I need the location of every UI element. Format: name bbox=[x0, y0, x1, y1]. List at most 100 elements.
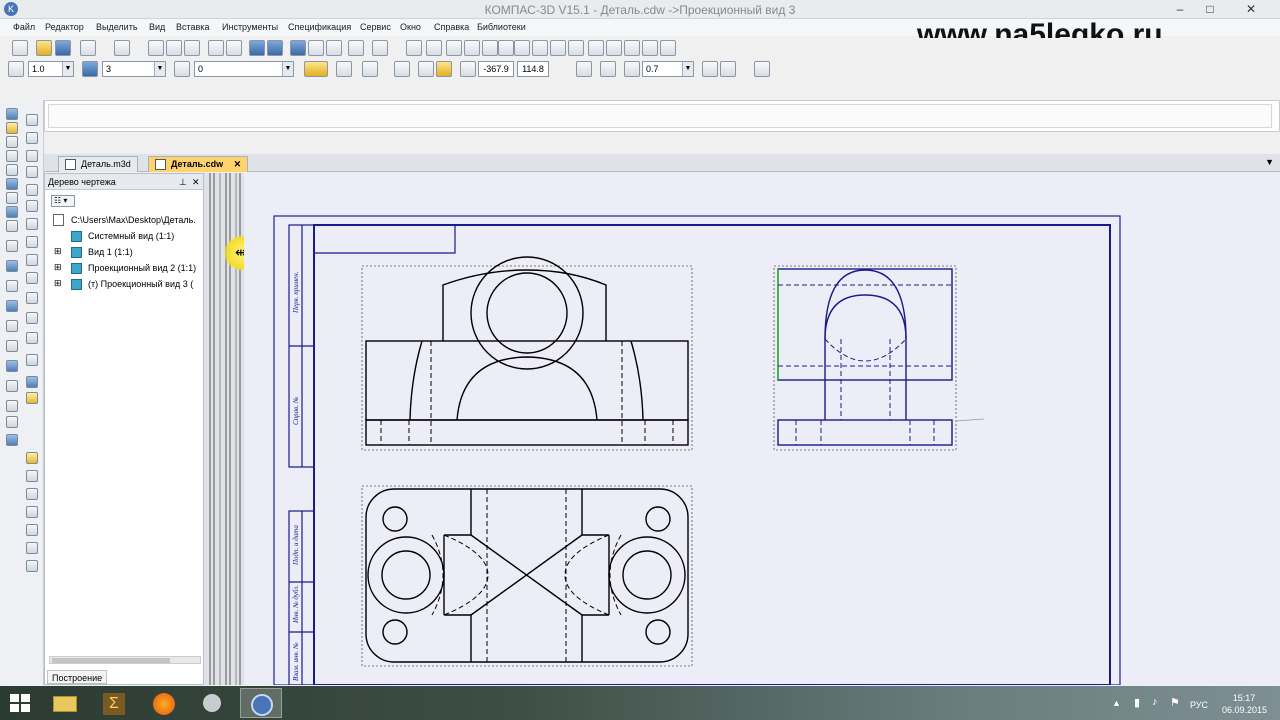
file-explorer-icon[interactable] bbox=[43, 688, 85, 718]
expand-icon[interactable]: ⊞ bbox=[54, 262, 62, 273]
dimensions-icon[interactable] bbox=[6, 122, 18, 134]
tray-arrow-icon[interactable]: ▲ bbox=[1112, 698, 1121, 708]
contour-icon[interactable] bbox=[26, 332, 38, 344]
kompas-taskbar-icon[interactable] bbox=[240, 688, 282, 718]
snap-active-icon[interactable] bbox=[436, 61, 452, 77]
variants-icon[interactable] bbox=[6, 400, 18, 412]
print-icon[interactable] bbox=[80, 40, 96, 56]
menu-service[interactable]: Сервис bbox=[360, 22, 391, 32]
arc-dimension-icon[interactable] bbox=[26, 542, 38, 554]
format-brush-icon[interactable] bbox=[208, 40, 224, 56]
save-icon[interactable] bbox=[55, 40, 71, 56]
coordinates-icon[interactable] bbox=[460, 61, 476, 77]
preview-icon[interactable] bbox=[114, 40, 130, 56]
break-line-icon[interactable] bbox=[660, 40, 676, 56]
flag-icon[interactable]: ⚑ bbox=[1170, 696, 1180, 709]
layers-icon[interactable] bbox=[6, 360, 18, 372]
axis-line-icon[interactable] bbox=[588, 40, 604, 56]
show-all-icon[interactable] bbox=[702, 61, 718, 77]
layer-combo[interactable]: 3 ▼ bbox=[102, 61, 166, 77]
scrollbar-thumb[interactable] bbox=[52, 658, 170, 663]
cut-icon[interactable] bbox=[148, 40, 164, 56]
menu-specification[interactable]: Спецификация bbox=[288, 22, 351, 32]
start-button[interactable] bbox=[10, 694, 30, 712]
tree-item-projection-view-3[interactable]: (т) Проекционный вид 3 ( bbox=[88, 279, 193, 289]
panel-splitter[interactable]: ⇹ bbox=[204, 173, 260, 685]
drawing-canvas[interactable]: Перв. примен. Справ. № Подп. и дата Инв.… bbox=[244, 173, 1280, 686]
designations-icon[interactable] bbox=[6, 136, 18, 148]
tab-build[interactable]: Построение bbox=[47, 670, 108, 684]
volume-icon[interactable]: ♪ bbox=[1152, 696, 1158, 708]
tree-item-root[interactable]: C:\Users\Max\Desktop\Деталь. bbox=[71, 215, 196, 225]
step-cursor-icon[interactable] bbox=[8, 61, 24, 77]
zoom-out-icon[interactable] bbox=[624, 61, 640, 77]
fragment-icon[interactable] bbox=[6, 280, 18, 292]
menu-help[interactable]: Справка bbox=[434, 22, 469, 32]
rectangle-icon[interactable] bbox=[26, 292, 38, 304]
menu-view[interactable]: Вид bbox=[149, 22, 165, 32]
local-cs-icon[interactable] bbox=[394, 61, 410, 77]
app-tool-icon[interactable] bbox=[191, 688, 233, 718]
expand-icon[interactable]: ⊞ bbox=[54, 246, 62, 257]
title-block-icon[interactable] bbox=[426, 40, 442, 56]
close-button[interactable]: ✕ bbox=[1228, 1, 1274, 17]
zoom-in-icon[interactable] bbox=[600, 61, 616, 77]
expand-icon[interactable]: ⊞ bbox=[54, 278, 62, 289]
measure-icon[interactable] bbox=[6, 178, 18, 190]
active-tool-icon[interactable] bbox=[6, 434, 18, 446]
radial-dimension-icon[interactable] bbox=[26, 506, 38, 518]
refresh-icon[interactable] bbox=[720, 61, 736, 77]
fillet-icon[interactable] bbox=[26, 272, 38, 284]
pin-icon[interactable]: ⊥ bbox=[179, 177, 187, 188]
ellipse-icon[interactable] bbox=[26, 200, 38, 212]
language-indicator[interactable]: РУС bbox=[1190, 700, 1208, 710]
ortho-icon[interactable] bbox=[336, 61, 352, 77]
libraries-manager-icon[interactable] bbox=[348, 40, 364, 56]
macro-icon[interactable] bbox=[6, 320, 18, 332]
spline-icon[interactable] bbox=[26, 218, 38, 230]
point-icon[interactable] bbox=[26, 114, 38, 126]
segment-icon[interactable] bbox=[26, 132, 38, 144]
property-panel-field[interactable] bbox=[48, 104, 1272, 128]
polygon-icon[interactable] bbox=[26, 312, 38, 324]
loop-icon[interactable] bbox=[6, 416, 18, 428]
zoom-window-icon[interactable] bbox=[576, 61, 592, 77]
help-icon[interactable] bbox=[372, 40, 388, 56]
text-icon[interactable] bbox=[532, 40, 548, 56]
menu-tools[interactable]: Инструменты bbox=[222, 22, 278, 32]
leader-icon[interactable] bbox=[482, 40, 498, 56]
tree-item-projection-view-2[interactable]: Проекционный вид 2 (1:1) bbox=[88, 263, 196, 273]
function-icon[interactable] bbox=[326, 40, 342, 56]
drawing-sheet[interactable]: Перв. примен. Справ. № Подп. и дата Инв.… bbox=[244, 173, 1280, 686]
tabs-dropdown-icon[interactable]: ▼ bbox=[1265, 157, 1274, 167]
tech-requirements-icon[interactable] bbox=[406, 40, 422, 56]
spec-icon[interactable] bbox=[6, 220, 18, 232]
table-icon[interactable] bbox=[550, 40, 566, 56]
chamfer-icon[interactable] bbox=[26, 254, 38, 266]
base-icon[interactable] bbox=[464, 40, 480, 56]
state-toggle-icon[interactable] bbox=[304, 61, 328, 77]
copy-icon[interactable] bbox=[166, 40, 182, 56]
tree-item-view-1[interactable]: Вид 1 (1:1) bbox=[88, 247, 133, 257]
zoom-combo[interactable]: 0.7 ▼ bbox=[642, 61, 694, 77]
horizontal-dimension-icon[interactable] bbox=[26, 470, 38, 482]
parametrization-icon[interactable] bbox=[6, 164, 18, 176]
arc-icon[interactable] bbox=[26, 184, 38, 196]
y-coordinate-field[interactable]: 114.8 bbox=[517, 61, 549, 77]
position-leader-icon[interactable] bbox=[498, 40, 514, 56]
menu-libraries[interactable]: Библиотеки bbox=[477, 22, 526, 32]
menu-insert[interactable]: Вставка bbox=[176, 22, 209, 32]
height-dimension-icon[interactable] bbox=[26, 560, 38, 572]
menu-file[interactable]: Файл bbox=[13, 22, 35, 32]
report-icon[interactable] bbox=[6, 240, 18, 252]
manager-icon[interactable] bbox=[290, 40, 306, 56]
tab-close-icon[interactable]: ✕ bbox=[234, 159, 242, 169]
redo-icon[interactable] bbox=[267, 40, 283, 56]
tab-detail-cdw[interactable]: Деталь.cdw ✕ bbox=[148, 156, 249, 172]
equidistant-icon[interactable] bbox=[26, 354, 38, 366]
menu-select[interactable]: Выделить bbox=[96, 22, 138, 32]
wavy-line-icon[interactable] bbox=[642, 40, 658, 56]
tree-view-mode-dropdown[interactable]: ☷ ▾ bbox=[51, 195, 75, 207]
polyline-icon[interactable] bbox=[26, 236, 38, 248]
insert-view-icon[interactable] bbox=[6, 260, 18, 272]
